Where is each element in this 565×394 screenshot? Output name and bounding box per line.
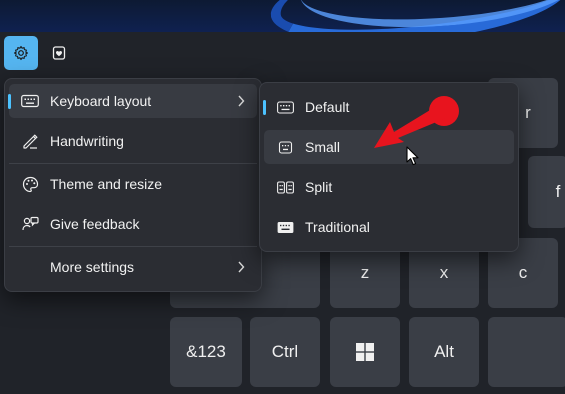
keyboard-icon: [21, 92, 39, 110]
menu-item-theme-and-resize[interactable]: Theme and resize: [9, 167, 257, 201]
current-layout-indicator: [263, 100, 266, 115]
key-ctrl-label: Ctrl: [271, 342, 299, 361]
palette-icon: [21, 175, 39, 193]
key-alt[interactable]: Alt: [409, 317, 479, 387]
key-f[interactable]: f: [528, 156, 565, 228]
split-keyboard-icon: [276, 178, 294, 196]
key-c-label: c: [518, 263, 528, 282]
key-windows[interactable]: [330, 317, 400, 387]
settings-button[interactable]: [4, 36, 38, 70]
keyboard-icon: [276, 98, 294, 116]
chevron-right-icon: [237, 95, 245, 107]
desktop-wallpaper: [0, 0, 565, 32]
key-symbols[interactable]: &123: [170, 317, 242, 387]
more-settings-spacer: [21, 258, 39, 276]
key-x-label: x: [439, 263, 449, 282]
pen-icon: [21, 132, 39, 150]
small-keyboard-icon: [276, 138, 294, 156]
layout-option-split[interactable]: Split: [264, 170, 514, 204]
layout-option-label: Traditional: [305, 219, 370, 235]
menu-item-more-settings[interactable]: More settings: [9, 250, 257, 284]
key-alt-label: Alt: [434, 342, 454, 361]
menu-item-keyboard-layout[interactable]: Keyboard layout: [8, 84, 257, 118]
key-symbols-label: &123: [186, 342, 226, 361]
clipboard-button[interactable]: [42, 36, 76, 70]
key-z-label: z: [360, 263, 370, 282]
key-space-partial[interactable]: [488, 317, 565, 387]
menu-item-label: Keyboard layout: [50, 93, 152, 109]
menu-divider: [9, 163, 257, 164]
mouse-pointer-icon: [406, 146, 419, 166]
feedback-icon: [21, 215, 39, 233]
settings-menu: Keyboard layout Handwriting Theme and re…: [4, 78, 262, 292]
menu-item-label: Handwriting: [50, 133, 124, 149]
menu-divider: [9, 246, 257, 247]
layout-option-label: Split: [305, 179, 333, 195]
key-ctrl[interactable]: Ctrl: [250, 317, 320, 387]
traditional-keyboard-icon: [276, 218, 294, 236]
menu-item-label: More settings: [50, 259, 135, 275]
menu-item-give-feedback[interactable]: Give feedback: [9, 207, 257, 241]
key-r-label: r: [525, 103, 531, 122]
menu-item-label: Theme and resize: [50, 176, 163, 192]
layout-option-traditional[interactable]: Traditional: [264, 210, 514, 244]
clipboard-heart-icon: [52, 46, 66, 60]
windows-logo-icon: [356, 343, 374, 361]
gear-icon: [13, 45, 29, 61]
key-f-label: f: [555, 182, 561, 201]
menu-item-label: Give feedback: [50, 216, 140, 232]
chevron-right-icon: [237, 261, 245, 273]
selection-indicator: [8, 94, 11, 109]
menu-item-handwriting[interactable]: Handwriting: [9, 124, 257, 158]
